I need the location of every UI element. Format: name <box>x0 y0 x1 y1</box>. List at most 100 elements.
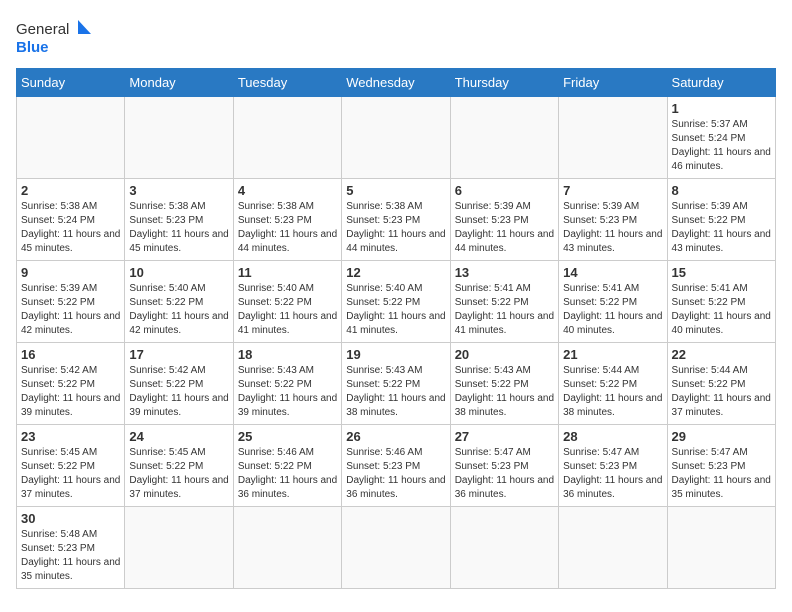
calendar-cell: 24 Sunrise: 5:45 AMSunset: 5:22 PMDayligh… <box>125 425 233 507</box>
day-info: Sunrise: 5:38 AMSunset: 5:23 PMDaylight:… <box>238 200 337 256</box>
day-number: 21 <box>563 347 662 362</box>
calendar-cell: 19 Sunrise: 5:43 AMSunset: 5:22 PMDayligh… <box>342 343 450 425</box>
day-info: Sunrise: 5:41 AMSunset: 5:22 PMDaylight:… <box>672 282 771 338</box>
calendar-cell: 18 Sunrise: 5:43 AMSunset: 5:22 PMDayligh… <box>233 343 341 425</box>
day-number: 26 <box>346 429 445 444</box>
week-row-6: 30 Sunrise: 5:48 AMSunset: 5:23 PMDayligh… <box>17 507 776 589</box>
day-number: 28 <box>563 429 662 444</box>
weekday-header-sunday: Sunday <box>17 69 125 97</box>
calendar-cell: 16Sunrise: 5:42 AMSunset: 5:22 PMDayligh… <box>17 343 125 425</box>
day-info: Sunrise: 5:47 AMSunset: 5:23 PMDaylight:… <box>672 446 771 502</box>
day-info: Sunrise: 5:48 AMSunset: 5:23 PMDaylight:… <box>21 528 120 584</box>
day-info: Sunrise: 5:43 AMSunset: 5:22 PMDaylight:… <box>455 364 554 420</box>
day-number: 25 <box>238 429 337 444</box>
day-number: 1 <box>672 101 771 116</box>
day-number: 19 <box>346 347 445 362</box>
day-number: 18 <box>238 347 337 362</box>
day-number: 22 <box>672 347 771 362</box>
day-info: Sunrise: 5:38 AMSunset: 5:23 PMDaylight:… <box>129 200 228 256</box>
calendar-cell: 22 Sunrise: 5:44 AMSunset: 5:22 PMDayligh… <box>667 343 775 425</box>
calendar-cell <box>559 97 667 179</box>
calendar-cell <box>342 507 450 589</box>
day-info: Sunrise: 5:46 AMSunset: 5:22 PMDaylight:… <box>238 446 337 502</box>
calendar-cell: 3 Sunrise: 5:38 AMSunset: 5:23 PMDaylight… <box>125 179 233 261</box>
day-info: Sunrise: 5:37 AMSunset: 5:24 PMDaylight:… <box>672 118 771 174</box>
day-info: Sunrise: 5:42 AMSunset: 5:22 PMDaylight:… <box>129 364 228 420</box>
day-number: 27 <box>455 429 554 444</box>
calendar-cell <box>559 507 667 589</box>
day-number: 20 <box>455 347 554 362</box>
calendar-cell: 12 Sunrise: 5:40 AMSunset: 5:22 PMDayligh… <box>342 261 450 343</box>
calendar-cell: 30 Sunrise: 5:48 AMSunset: 5:23 PMDayligh… <box>17 507 125 589</box>
day-number: 10 <box>129 265 228 280</box>
calendar-cell <box>17 97 125 179</box>
calendar-cell: 26 Sunrise: 5:46 AMSunset: 5:23 PMDayligh… <box>342 425 450 507</box>
calendar-cell: 17Sunrise: 5:42 AMSunset: 5:22 PMDayligh… <box>125 343 233 425</box>
weekday-header-thursday: Thursday <box>450 69 558 97</box>
weekday-header-monday: Monday <box>125 69 233 97</box>
week-row-3: 9Sunrise: 5:39 AMSunset: 5:22 PMDaylight… <box>17 261 776 343</box>
day-number: 15 <box>672 265 771 280</box>
day-info: Sunrise: 5:45 AMSunset: 5:22 PMDaylight:… <box>129 446 228 502</box>
day-number: 12 <box>346 265 445 280</box>
calendar-cell: 28Sunrise: 5:47 AMSunset: 5:23 PMDayligh… <box>559 425 667 507</box>
calendar-cell: 20 Sunrise: 5:43 AMSunset: 5:22 PMDayligh… <box>450 343 558 425</box>
day-number: 3 <box>129 183 228 198</box>
calendar-cell: 14Sunrise: 5:41 AMSunset: 5:22 PMDayligh… <box>559 261 667 343</box>
day-number: 4 <box>238 183 337 198</box>
day-number: 7 <box>563 183 662 198</box>
calendar-cell: 8 Sunrise: 5:39 AMSunset: 5:22 PMDaylight… <box>667 179 775 261</box>
day-number: 5 <box>346 183 445 198</box>
day-info: Sunrise: 5:45 AMSunset: 5:22 PMDaylight:… <box>21 446 120 502</box>
day-info: Sunrise: 5:44 AMSunset: 5:22 PMDaylight:… <box>672 364 771 420</box>
day-info: Sunrise: 5:43 AMSunset: 5:22 PMDaylight:… <box>238 364 337 420</box>
calendar-cell: 21Sunrise: 5:44 AMSunset: 5:22 PMDayligh… <box>559 343 667 425</box>
day-info: Sunrise: 5:38 AMSunset: 5:24 PMDaylight:… <box>21 200 120 256</box>
calendar-cell: 29Sunrise: 5:47 AMSunset: 5:23 PMDayligh… <box>667 425 775 507</box>
calendar-cell: 6Sunrise: 5:39 AMSunset: 5:23 PMDaylight… <box>450 179 558 261</box>
weekday-header-wednesday: Wednesday <box>342 69 450 97</box>
day-info: Sunrise: 5:39 AMSunset: 5:22 PMDaylight:… <box>672 200 771 256</box>
calendar-cell <box>125 97 233 179</box>
week-row-4: 16Sunrise: 5:42 AMSunset: 5:22 PMDayligh… <box>17 343 776 425</box>
day-info: Sunrise: 5:39 AMSunset: 5:22 PMDaylight:… <box>21 282 120 338</box>
calendar-cell <box>125 507 233 589</box>
calendar-cell: 15 Sunrise: 5:41 AMSunset: 5:22 PMDayligh… <box>667 261 775 343</box>
calendar-cell <box>233 97 341 179</box>
calendar-cell: 4 Sunrise: 5:38 AMSunset: 5:23 PMDaylight… <box>233 179 341 261</box>
calendar-cell: 11Sunrise: 5:40 AMSunset: 5:22 PMDayligh… <box>233 261 341 343</box>
day-number: 8 <box>672 183 771 198</box>
day-info: Sunrise: 5:47 AMSunset: 5:23 PMDaylight:… <box>455 446 554 502</box>
calendar-cell <box>667 507 775 589</box>
day-info: Sunrise: 5:39 AMSunset: 5:23 PMDaylight:… <box>563 200 662 256</box>
day-info: Sunrise: 5:40 AMSunset: 5:22 PMDaylight:… <box>129 282 228 338</box>
calendar-table: SundayMondayTuesdayWednesdayThursdayFrid… <box>16 68 776 589</box>
week-row-1: 1 Sunrise: 5:37 AMSunset: 5:24 PMDaylight… <box>17 97 776 179</box>
day-number: 23 <box>21 429 120 444</box>
calendar-cell <box>342 97 450 179</box>
weekday-header-friday: Friday <box>559 69 667 97</box>
day-number: 24 <box>129 429 228 444</box>
svg-text:Blue: Blue <box>16 39 49 56</box>
day-info: Sunrise: 5:40 AMSunset: 5:22 PMDaylight:… <box>238 282 337 338</box>
day-number: 30 <box>21 511 120 526</box>
weekday-header-row: SundayMondayTuesdayWednesdayThursdayFrid… <box>17 69 776 97</box>
day-info: Sunrise: 5:41 AMSunset: 5:22 PMDaylight:… <box>563 282 662 338</box>
weekday-header-saturday: Saturday <box>667 69 775 97</box>
day-info: Sunrise: 5:38 AMSunset: 5:23 PMDaylight:… <box>346 200 445 256</box>
week-row-2: 2Sunrise: 5:38 AMSunset: 5:24 PMDaylight… <box>17 179 776 261</box>
day-info: Sunrise: 5:41 AMSunset: 5:22 PMDaylight:… <box>455 282 554 338</box>
day-info: Sunrise: 5:40 AMSunset: 5:22 PMDaylight:… <box>346 282 445 338</box>
calendar-cell: 1 Sunrise: 5:37 AMSunset: 5:24 PMDaylight… <box>667 97 775 179</box>
day-number: 6 <box>455 183 554 198</box>
day-info: Sunrise: 5:43 AMSunset: 5:22 PMDaylight:… <box>346 364 445 420</box>
day-number: 13 <box>455 265 554 280</box>
calendar-cell <box>450 97 558 179</box>
weekday-header-tuesday: Tuesday <box>233 69 341 97</box>
calendar-cell: 25 Sunrise: 5:46 AMSunset: 5:22 PMDayligh… <box>233 425 341 507</box>
calendar-cell <box>233 507 341 589</box>
calendar-cell: 13 Sunrise: 5:41 AMSunset: 5:22 PMDayligh… <box>450 261 558 343</box>
day-info: Sunrise: 5:46 AMSunset: 5:23 PMDaylight:… <box>346 446 445 502</box>
page-header: GeneralBlue <box>16 16 776 60</box>
calendar-cell: 10 Sunrise: 5:40 AMSunset: 5:22 PMDayligh… <box>125 261 233 343</box>
